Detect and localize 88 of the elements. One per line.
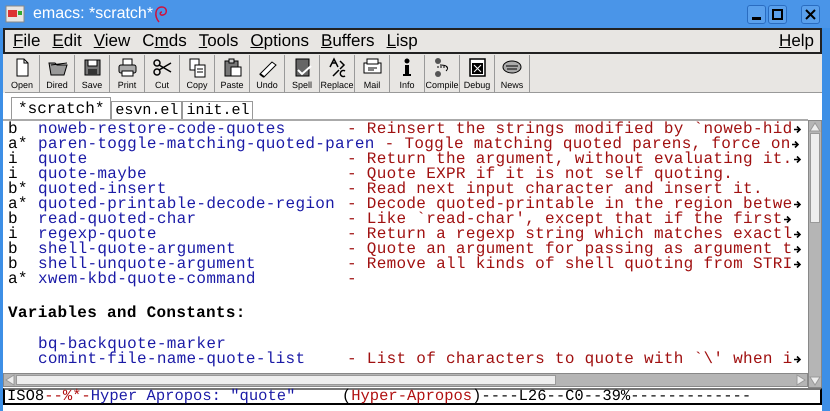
symbol-link[interactable]: quoted-insert <box>38 182 337 197</box>
toolbar-button[interactable]: Undo <box>250 55 285 92</box>
menu-item[interactable]: File <box>11 31 42 51</box>
horizontal-scrollbar[interactable] <box>3 373 808 387</box>
flag-text: b <box>8 122 18 137</box>
mode-line-text: Hyper Apropos: "quote" <box>90 389 296 404</box>
flag-text: a* <box>8 137 29 152</box>
flag-text: b <box>8 257 18 272</box>
description-text: - Read next input character and insert it. <box>347 182 763 197</box>
description-text: - Quote EXPR if it is not self quoting. <box>347 167 734 182</box>
toolbar-button[interactable]: Copy <box>180 55 215 92</box>
flag-text: i <box>8 152 19 167</box>
toolbar-button[interactable]: Cut <box>145 55 180 92</box>
description-text: - Decode quoted-printable in the region betwe <box>347 197 793 212</box>
toolbar-icon <box>152 57 172 78</box>
toolbar-icon <box>326 57 348 78</box>
mode-line-text: Hyper-Apropos <box>351 389 472 404</box>
mode-line-text: )----L26--C0--39%------------- <box>472 389 752 404</box>
symbol-link[interactable]: bq-backquote-marker <box>38 337 337 352</box>
symbol-link[interactable]: regexp-quote <box>38 227 337 242</box>
menu-item[interactable]: Buffers <box>319 31 377 51</box>
toolbar-button[interactable]: Compile <box>425 55 460 92</box>
menu-item[interactable]: View <box>92 31 132 51</box>
flag-text: i <box>8 227 19 242</box>
vertical-scrollbar[interactable] <box>808 120 822 388</box>
description-text: - Remove all kinds of shell quoting from STRI <box>347 257 793 272</box>
buffer-tab[interactable]: init.el <box>182 101 254 119</box>
mode-line-text: --%*- <box>44 389 91 404</box>
swirl-logo-icon <box>153 4 170 24</box>
description-text: - Toggle matching quoted parens, force on <box>384 137 791 152</box>
symbol-link[interactable]: comint-file-name-quote-list <box>38 352 337 367</box>
menu-item[interactable]: Options <box>248 31 311 51</box>
toolbar-icon <box>116 57 138 78</box>
symbol-link[interactable]: noweb-restore-code-quotes <box>38 122 337 137</box>
menu-item[interactable]: Help <box>777 31 816 52</box>
maximize-icon <box>772 8 783 20</box>
toolbar-button[interactable]: Mail <box>355 55 390 92</box>
toolbar-button[interactable]: Save <box>75 55 110 92</box>
toolbar-button[interactable]: Print <box>110 55 145 92</box>
symbol-link[interactable]: read-quoted-char <box>38 212 337 227</box>
symbol-link[interactable]: xwem-kbd-quote-command <box>38 272 337 287</box>
description-text: - Quote an argument for passing as argument t <box>347 242 793 257</box>
symbol-link[interactable]: paren-toggle-matching-quoted-paren <box>38 137 375 152</box>
flag-text: a* <box>8 272 29 287</box>
flag-text: a* <box>8 197 29 212</box>
description-text: - Reinsert the strings modified by `noweb-hid <box>347 122 793 137</box>
toolbar-button[interactable]: Dired <box>40 55 75 92</box>
toolbar-button[interactable]: Replace <box>320 55 355 92</box>
flag-text: b <box>8 242 19 257</box>
description-text: - List of characters to quote with `\' when i <box>347 352 793 367</box>
symbol-link[interactable]: shell-unquote-argument <box>38 257 337 272</box>
toolbar-icon <box>186 57 208 78</box>
mode-line-text: ISO8 <box>7 389 44 404</box>
flag-text: b* <box>8 182 29 197</box>
section-heading: Variables and Constants: <box>8 306 246 321</box>
toolbar-button[interactable]: Spell <box>285 55 320 92</box>
minimize-icon <box>752 16 761 20</box>
toolbar-button[interactable]: Open <box>5 55 40 92</box>
symbol-link[interactable]: shell-quote-argument <box>38 242 337 257</box>
toolbar-icon <box>466 57 488 78</box>
menu-item[interactable]: Cmds <box>140 31 189 51</box>
menu-item[interactable]: Tools <box>196 31 240 51</box>
symbol-link[interactable]: quote-maybe <box>38 167 337 182</box>
description-text: - <box>347 272 357 287</box>
flag-text: b <box>8 212 19 227</box>
app-icon <box>5 5 25 23</box>
menu-item[interactable]: Lisp <box>384 31 420 51</box>
toolbar-icon <box>82 57 102 78</box>
buffer-tab[interactable]: esvn.el <box>111 101 182 119</box>
toolbar-button[interactable]: News <box>495 55 530 92</box>
symbol-link[interactable]: quoted-printable-decode-region <box>38 197 337 212</box>
toolbar-button[interactable]: Info <box>390 55 425 92</box>
window-title: emacs: *scratch* <box>33 4 154 24</box>
minimize-button[interactable] <box>747 4 766 24</box>
toolbar-button[interactable]: Debug <box>460 55 495 92</box>
symbol-link[interactable]: quote <box>38 152 337 167</box>
close-button[interactable] <box>801 4 820 24</box>
description-text: - Like `read-char', except that if the first <box>347 212 783 227</box>
mode-line-text: ( <box>340 389 352 404</box>
description-text: - Return a regexp string which matches exactl <box>347 227 793 242</box>
description-text: - Return the argument, without evaluating it. <box>347 152 793 167</box>
maximize-button[interactable] <box>768 4 787 24</box>
menu-item[interactable]: Edit <box>50 31 84 51</box>
toolbar-button[interactable]: Paste <box>215 55 250 92</box>
toolbar-icon <box>222 57 242 78</box>
close-icon <box>805 8 816 20</box>
flag-text: i <box>8 167 18 182</box>
buffer-tab[interactable]: *scratch* <box>11 97 112 119</box>
